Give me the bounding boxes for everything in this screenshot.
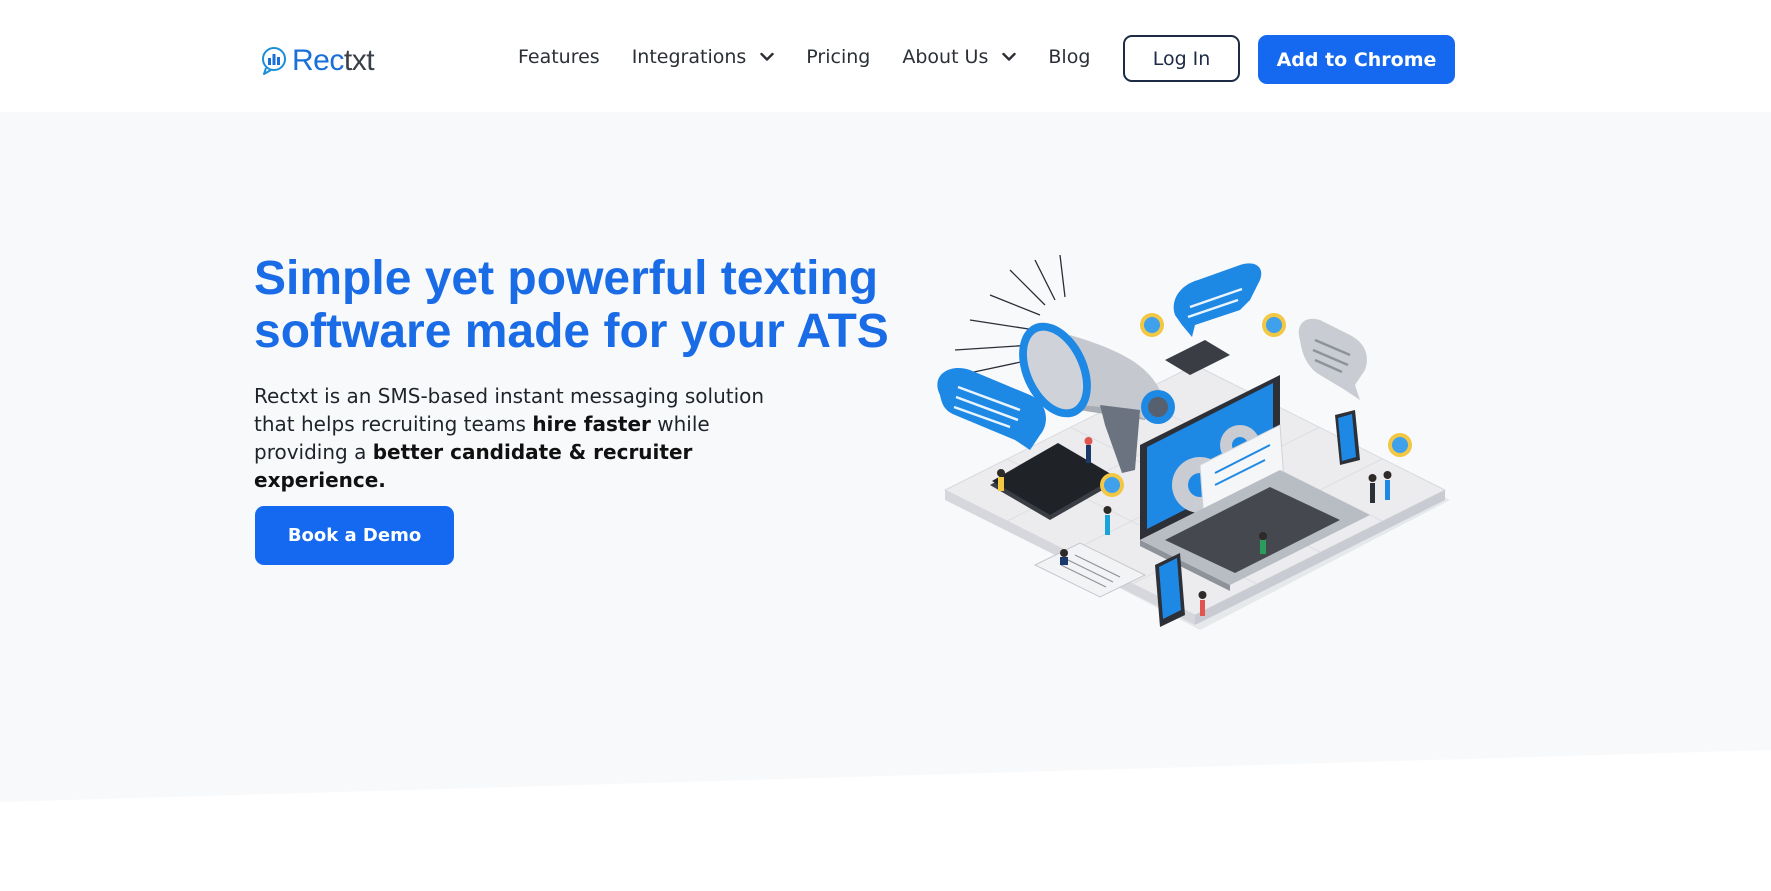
- nav-about-us[interactable]: About Us: [902, 46, 1017, 68]
- add-to-chrome-button[interactable]: Add to Chrome: [1258, 35, 1455, 84]
- nav-pricing[interactable]: Pricing: [806, 46, 870, 68]
- hero-title-line2: software made for your ATS: [254, 305, 889, 358]
- megaphone-illustration: [937, 255, 1450, 630]
- nav-pricing-label: Pricing: [806, 46, 871, 68]
- rectxt-logo[interactable]: Rectxt: [260, 43, 375, 79]
- nav-features-label: Features: [518, 46, 600, 68]
- nav-blog-label: Blog: [1048, 46, 1091, 68]
- nav-blog[interactable]: Blog: [1048, 46, 1090, 68]
- hero-desc-bold1: hire faster: [532, 412, 651, 436]
- rectxt-logo-icon: [262, 47, 286, 75]
- nav-features[interactable]: Features: [518, 46, 600, 68]
- nav-about-us-label: About Us: [902, 46, 989, 68]
- logo-wordmark: Rectxt: [292, 44, 375, 77]
- hero-title-line1: Simple yet powerful texting: [254, 252, 879, 305]
- chevron-down-icon: [760, 52, 774, 61]
- top-nav: Rectxt Features Integrations Pricing Abo…: [0, 0, 1771, 112]
- book-demo-button[interactable]: Book a Demo: [255, 506, 454, 565]
- chevron-down-icon: [1002, 52, 1017, 61]
- main-menu: Features Integrations Pricing About Us B…: [518, 46, 1122, 68]
- hero-title: Simple yet powerful texting software mad…: [254, 252, 914, 358]
- login-button[interactable]: Log In: [1123, 35, 1240, 82]
- nav-integrations[interactable]: Integrations: [632, 46, 775, 68]
- hero-description: Rectxt is an SMS-based instant messaging…: [254, 382, 774, 494]
- nav-integrations-label: Integrations: [631, 46, 747, 68]
